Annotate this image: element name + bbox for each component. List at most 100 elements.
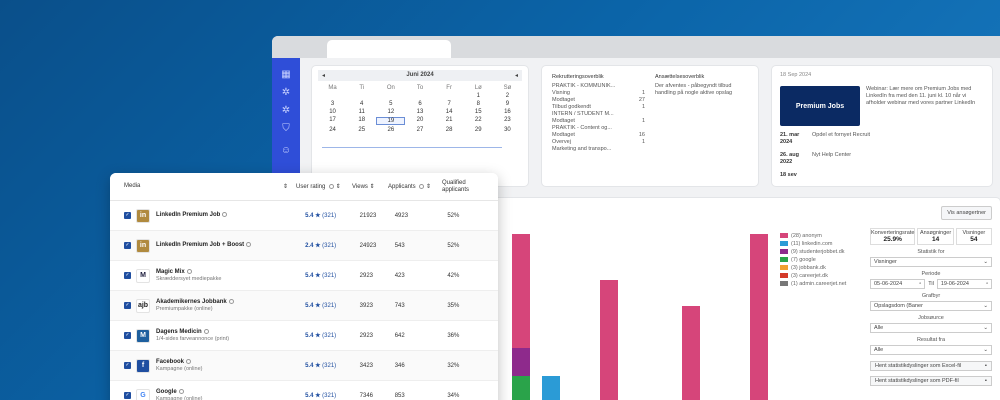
calendar-day[interactable]: 23: [493, 117, 522, 125]
calendar-day[interactable]: 9: [493, 101, 522, 107]
recruiting-row[interactable]: Marketing and transpo...: [552, 146, 645, 153]
calendar-day[interactable]: 11: [347, 109, 376, 115]
recruiting-row[interactable]: Overvej 1: [552, 139, 645, 146]
info-icon[interactable]: [178, 389, 184, 395]
bars-icon[interactable]: ▦: [279, 68, 293, 82]
row-checkbox[interactable]: ✓: [124, 362, 131, 369]
table-row[interactable]: ✓ G Google Kampagne (online) 5.4 ★ (321) 7346…: [110, 381, 498, 400]
export-excel-button[interactable]: Hent statistikdyslinger som Excel-fil ▪: [870, 361, 992, 371]
next-month-icon[interactable]: ◂: [515, 72, 518, 79]
row-checkbox[interactable]: ✓: [124, 302, 131, 309]
qualified-column-header[interactable]: Qualified applicants: [442, 180, 494, 194]
rating-cell[interactable]: 2.4 ★ (321): [305, 242, 360, 249]
legend-item[interactable]: (9) studenterjobbet.dk: [780, 248, 846, 256]
calendar-day[interactable]: 7: [435, 101, 464, 107]
recruiting-row[interactable]: Modtaget 1: [552, 118, 645, 125]
rating-cell[interactable]: 5.4 ★ (321): [305, 332, 360, 339]
table-row[interactable]: ✓ in LinkedIn Premium Job + Boost 2.4 ★ (32…: [110, 231, 498, 261]
calendar-day[interactable]: 28: [435, 127, 464, 133]
calendar-day[interactable]: 19: [376, 117, 406, 125]
table-row[interactable]: ✓ f Facebook Kampagne (online) 5.4 ★ (321) 34…: [110, 351, 498, 381]
recruiting-row[interactable]: Modtaget 16: [552, 132, 645, 139]
news-item[interactable]: 18 sev: [780, 172, 984, 179]
export-pdf-button[interactable]: Hent statistikdyslinger som PDF-fil ▪: [870, 376, 992, 386]
info-icon[interactable]: [246, 242, 252, 248]
rating-cell[interactable]: 5.4 ★ (321): [305, 272, 360, 279]
table-row[interactable]: ✓ M Magic Mix Skræddersyet mediepakke 5.4 ★ …: [110, 261, 498, 291]
result-select[interactable]: Alle ⌄: [870, 345, 992, 355]
table-row[interactable]: ✓ in LinkedIn Premium Job 5.4 ★ (321) 21923 4…: [110, 201, 498, 231]
help-icon[interactable]: ☺: [279, 144, 293, 158]
recruiting-row[interactable]: Modtaget 27: [552, 97, 645, 104]
recruiting-row[interactable]: PRAKTIK - KOMMUNIK...: [552, 83, 645, 90]
calendar-day[interactable]: 24: [318, 127, 347, 133]
row-checkbox[interactable]: ✓: [124, 272, 131, 279]
media-name[interactable]: Dagens Medicin: [156, 330, 202, 336]
media-column-header[interactable]: Media ⇕: [110, 183, 296, 190]
recruiting-row[interactable]: Tilbud godkendt 1: [552, 104, 645, 111]
browser-tab[interactable]: [327, 40, 451, 58]
info-icon[interactable]: [186, 269, 192, 275]
calendar-day[interactable]: 17: [318, 117, 347, 125]
media-name[interactable]: LinkedIn Premium Job + Boost: [156, 243, 244, 249]
info-icon[interactable]: [222, 212, 228, 218]
shield-icon[interactable]: ⛉: [279, 122, 293, 136]
applicants-column-header[interactable]: Applicants ⇕: [388, 183, 442, 190]
settings-icon[interactable]: ✲: [279, 104, 293, 118]
calendar-day[interactable]: 10: [318, 109, 347, 115]
info-icon[interactable]: [228, 299, 234, 305]
media-name[interactable]: Magic Mix: [156, 270, 185, 276]
date-to-field[interactable]: 19-06-2024 ▫: [936, 279, 993, 289]
info-icon[interactable]: [186, 359, 192, 365]
calendar-day[interactable]: 26: [376, 127, 405, 133]
calendar-day[interactable]: 1: [464, 93, 493, 99]
row-checkbox[interactable]: ✓: [124, 392, 131, 399]
gear-icon[interactable]: ✲: [279, 86, 293, 100]
webinar-text[interactable]: Webinar: Lær mere om Premium Jobs med Li…: [866, 86, 981, 126]
premium-jobs-banner[interactable]: Premium Jobs: [780, 86, 860, 126]
media-name[interactable]: Facebook: [156, 360, 184, 366]
row-checkbox[interactable]: ✓: [124, 212, 131, 219]
rating-cell[interactable]: 5.4 ★ (321): [305, 212, 360, 219]
calendar-day[interactable]: 5: [376, 101, 405, 107]
legend-item[interactable]: (3) careerjet.dk: [780, 272, 846, 280]
media-name[interactable]: Google: [156, 390, 177, 396]
recruiting-row[interactable]: INTERN / STUDENT M...: [552, 111, 645, 118]
calendar-day[interactable]: 6: [405, 101, 434, 107]
calendar-day[interactable]: 8: [464, 101, 493, 107]
row-checkbox[interactable]: ✓: [124, 242, 131, 249]
recruiting-row[interactable]: PRAKTIK - Content og...: [552, 125, 645, 132]
legend-item[interactable]: (28) anonym: [780, 232, 846, 240]
stat-select[interactable]: Visninger ⌄: [870, 257, 992, 267]
table-row[interactable]: ✓ ajb Akademikernes Jobbank Premiumpakke (o…: [110, 291, 498, 321]
media-name[interactable]: Akademikernes Jobbank: [156, 300, 227, 306]
calendar-day[interactable]: 13: [405, 109, 434, 115]
legend-item[interactable]: (7) google: [780, 256, 846, 264]
rating-cell[interactable]: 5.4 ★ (321): [305, 362, 360, 369]
calendar-day[interactable]: 2: [493, 93, 522, 99]
calendar-day[interactable]: 20: [405, 117, 434, 125]
media-name[interactable]: LinkedIn Premium Job: [156, 213, 220, 219]
date-from-field[interactable]: 05-06-2024 ▫: [870, 279, 926, 289]
info-icon[interactable]: [203, 329, 209, 335]
calendar-day[interactable]: 27: [405, 127, 434, 133]
prev-month-icon[interactable]: ◂: [322, 72, 325, 79]
calendar-day[interactable]: 3: [318, 101, 347, 107]
legend-item[interactable]: (11) linkedin.com: [780, 240, 846, 248]
calendar-day[interactable]: 15: [464, 109, 493, 115]
calendar-day[interactable]: 22: [464, 117, 493, 125]
calendar-day[interactable]: 14: [435, 109, 464, 115]
legend-item[interactable]: (3) jobbank.dk: [780, 264, 846, 272]
calendar-day[interactable]: 30: [493, 127, 522, 133]
calendar-day[interactable]: 16: [493, 109, 522, 115]
jobsource-select[interactable]: Alle ⌄: [870, 323, 992, 333]
group-select[interactable]: Opslagsdom (Baner ⌄: [870, 301, 992, 311]
rating-cell[interactable]: 5.4 ★ (321): [305, 392, 360, 399]
row-checkbox[interactable]: ✓: [124, 332, 131, 339]
recruiting-row[interactable]: Visning 1: [552, 90, 645, 97]
calendar-day[interactable]: 21: [435, 117, 464, 125]
calendar-day[interactable]: 29: [464, 127, 493, 133]
calendar-day[interactable]: 25: [347, 127, 376, 133]
show-applicants-button[interactable]: Vis ansøgertner: [941, 206, 992, 220]
views-column-header[interactable]: Views ⇕: [352, 183, 388, 190]
